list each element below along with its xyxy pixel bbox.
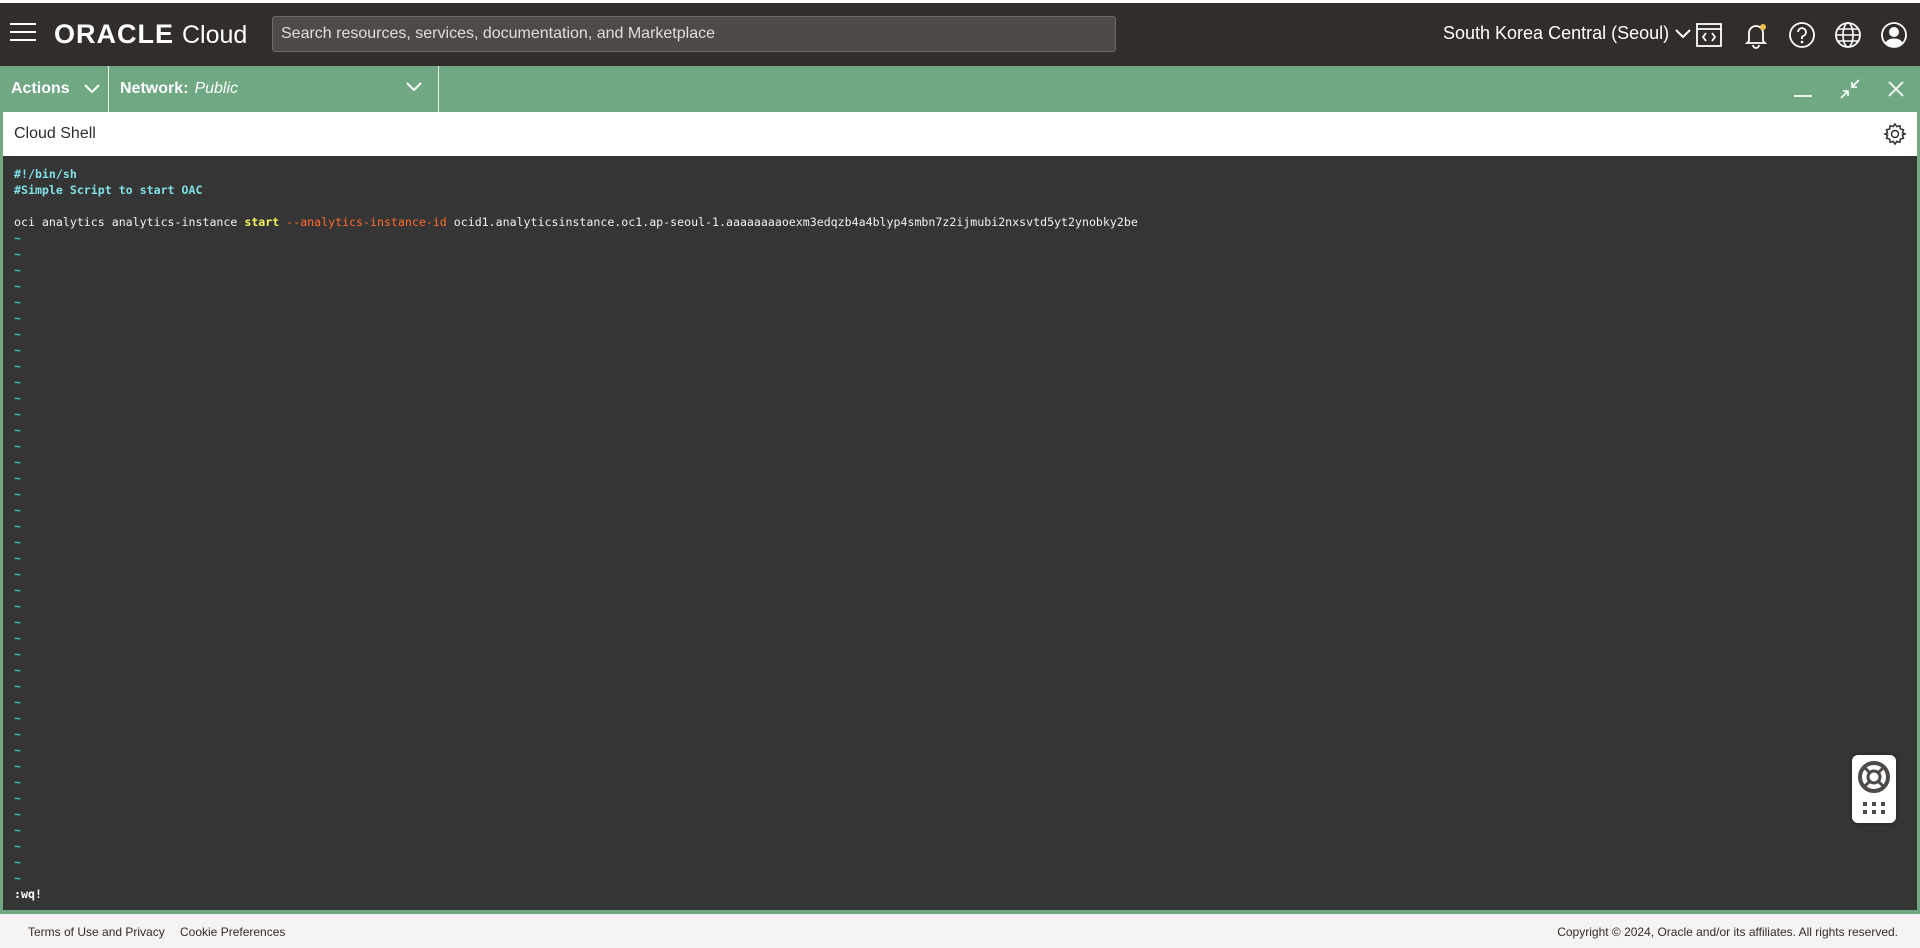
command-option: --analytics-instance-id [286, 215, 447, 229]
tilde-line: ~ [14, 759, 21, 773]
terminal-line: #Simple Script to start OAC [14, 183, 203, 197]
tilde-line: ~ [14, 279, 21, 293]
tilde-line: ~ [14, 295, 21, 309]
tilde-line: ~ [14, 807, 21, 821]
vim-command-line: :wq! [14, 887, 42, 901]
oracle-cloud-logo[interactable]: ORACLE Cloud [54, 19, 247, 50]
top-navigation: ORACLE Cloud South Korea Central (Seoul) [0, 0, 1920, 66]
network-value: Public [194, 80, 239, 97]
restore-icon[interactable] [1837, 76, 1863, 102]
settings-gear-icon[interactable] [1883, 122, 1907, 146]
region-selector[interactable]: South Korea Central (Seoul) [1443, 23, 1691, 44]
tilde-line: ~ [14, 231, 21, 245]
tilde-line: ~ [14, 487, 21, 501]
region-label: South Korea Central (Seoul) [1443, 23, 1670, 43]
tilde-line: ~ [14, 727, 21, 741]
chevron-down-icon [406, 82, 422, 92]
tilde-line: ~ [14, 343, 21, 357]
footer: Terms of Use and Privacy Cookie Preferen… [0, 914, 1920, 948]
tilde-line: ~ [14, 743, 21, 757]
hamburger-menu-icon[interactable] [10, 23, 36, 43]
terminal-command-line: oci analytics analytics-instance start -… [14, 214, 1917, 230]
help-widget[interactable] [1852, 755, 1896, 823]
tilde-line: ~ [14, 503, 21, 517]
actions-label: Actions [11, 80, 70, 97]
tilde-line: ~ [14, 823, 21, 837]
tilde-line: ~ [14, 631, 21, 645]
tilde-line: ~ [14, 599, 21, 613]
minimize-icon[interactable] [1790, 76, 1816, 102]
command-value: ocid1.analyticsinstance.oc1.ap-seoul-1.a… [446, 215, 1138, 229]
help-icon[interactable] [1787, 20, 1817, 50]
chevron-down-icon [83, 84, 100, 94]
tilde-line: ~ [14, 567, 21, 581]
copyright: Copyright © 2024, Oracle and/or its affi… [1557, 925, 1898, 939]
cloud-shell-icon[interactable] [1694, 20, 1724, 50]
tilde-line: ~ [14, 711, 21, 725]
tilde-line: ~ [14, 327, 21, 341]
tilde-line: ~ [14, 775, 21, 789]
tilde-line: ~ [14, 615, 21, 629]
close-icon[interactable] [1883, 76, 1909, 102]
tilde-line: ~ [14, 247, 21, 261]
terminal-line: #!/bin/sh [14, 167, 77, 181]
logo-product: Cloud [182, 21, 248, 49]
tilde-line: ~ [14, 663, 21, 677]
tilde-line: ~ [14, 839, 21, 853]
command-keyword: start [244, 215, 280, 229]
language-globe-icon[interactable] [1833, 20, 1863, 50]
network-selector[interactable]: Network: Public [109, 66, 438, 112]
tilde-line: ~ [14, 535, 21, 549]
tilde-line: ~ [14, 359, 21, 373]
tilde-line: ~ [14, 439, 21, 453]
cloud-shell-title: Cloud Shell [14, 125, 96, 142]
actions-menu[interactable]: Actions [0, 66, 108, 112]
search-input[interactable] [272, 16, 1116, 52]
tilde-line: ~ [14, 695, 21, 709]
tilde-line: ~ [14, 391, 21, 405]
cloud-shell-window: Cloud Shell #!/bin/sh #Simple Script to … [0, 112, 1920, 914]
tilde-line: ~ [14, 519, 21, 533]
cloud-shell-toolbar: Actions Network: Public [0, 66, 1920, 112]
cloud-shell-title-bar: Cloud Shell [3, 112, 1917, 156]
cookie-preferences-link[interactable]: Cookie Preferences [180, 925, 285, 939]
user-profile-icon[interactable] [1879, 20, 1909, 50]
tilde-line: ~ [14, 855, 21, 869]
notifications-bell-icon[interactable] [1741, 20, 1771, 50]
tilde-line: ~ [14, 679, 21, 693]
tilde-line: ~ [14, 423, 21, 437]
terminal[interactable]: #!/bin/sh #Simple Script to start OAC oc… [3, 156, 1917, 910]
tilde-line: ~ [14, 311, 21, 325]
tilde-line: ~ [14, 407, 21, 421]
chevron-down-icon [1675, 28, 1691, 38]
network-label: Network: [120, 80, 189, 97]
terms-link[interactable]: Terms of Use and Privacy [28, 925, 165, 939]
tilde-line: ~ [14, 551, 21, 565]
logo-brand: ORACLE [54, 19, 174, 49]
divider [438, 66, 439, 112]
command-text: oci analytics analytics-instance [14, 215, 245, 229]
tilde-line: ~ [14, 647, 21, 661]
tilde-line: ~ [14, 455, 21, 469]
tilde-line: ~ [14, 791, 21, 805]
tilde-line: ~ [14, 375, 21, 389]
empty-line-markers: ~ ~ ~ ~ ~ ~ ~ ~ ~ ~ ~ ~ ~ ~ ~ ~ ~ ~ ~ ~ ~ ~ ~ ~ ~ ~ ~ ~ ~ ~ ~ ~ ~ ~ ~ ~ ~ ~ ~ ~… [14, 230, 1917, 886]
lifebuoy-icon [1858, 761, 1890, 814]
tilde-line: ~ [14, 583, 21, 597]
tilde-line: ~ [14, 871, 21, 885]
tilde-line: ~ [14, 263, 21, 277]
tilde-line: ~ [14, 471, 21, 485]
